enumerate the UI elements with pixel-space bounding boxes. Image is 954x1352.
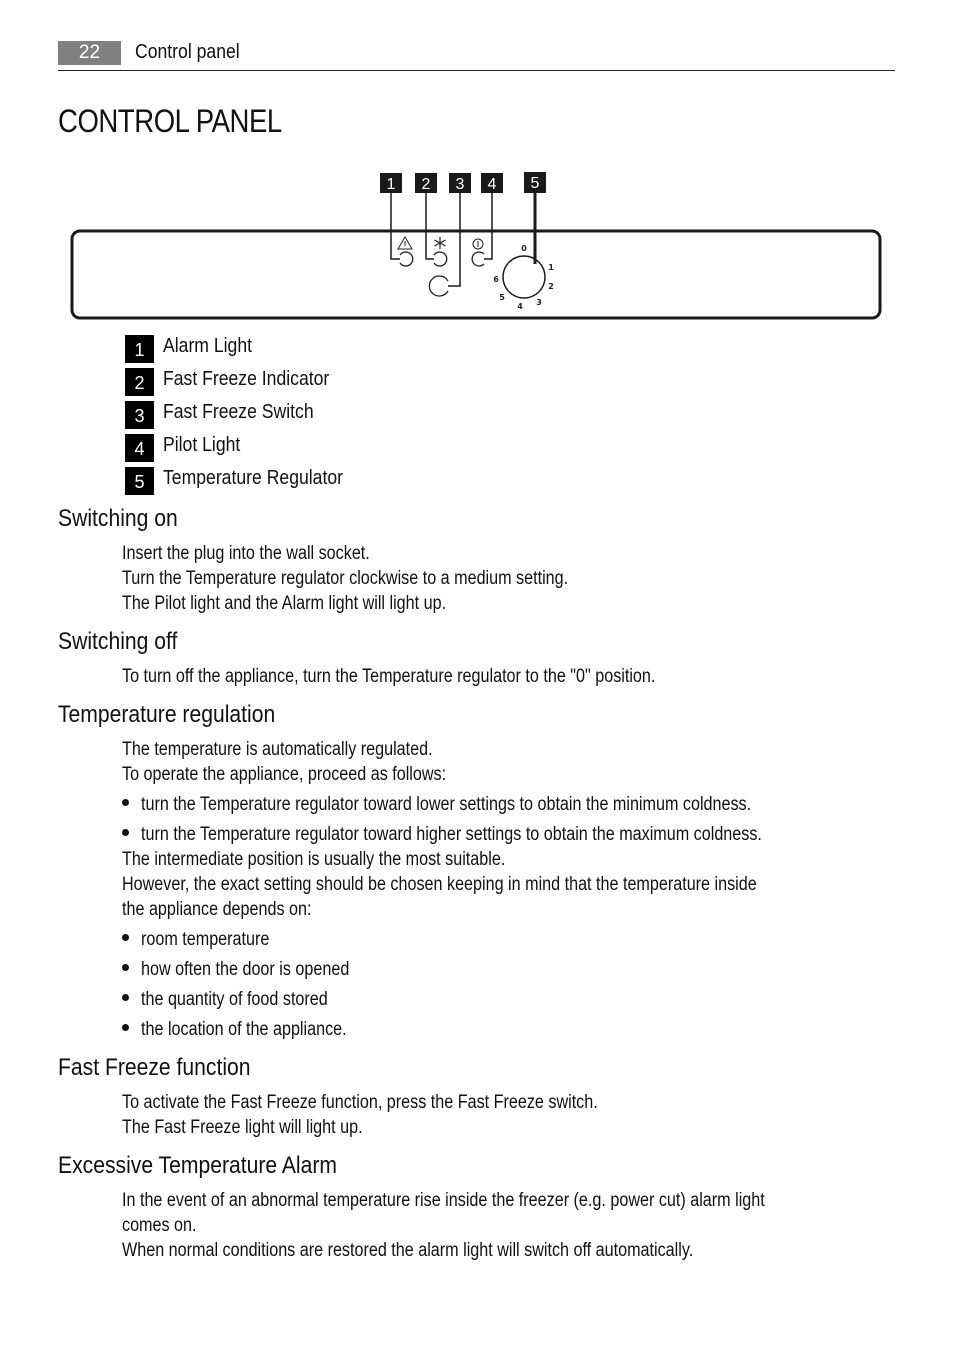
bullet-icon: [122, 829, 129, 837]
legend-number: 2: [125, 368, 154, 396]
control-panel-diagram: 1 2 3 4 5 0 1 2 3 4 5 6: [60, 165, 890, 325]
bullet-icon: [122, 964, 129, 972]
bullet-item: the quantity of food stored: [122, 987, 361, 1012]
pilot-light-lamp: [471, 251, 485, 267]
callout-1: 1: [380, 173, 402, 193]
callout-label-3: 3: [456, 176, 465, 193]
control-panel-svg: 1 2 3 4 5 0 1 2 3 4 5 6: [70, 172, 882, 320]
bullet-item: room temperature: [122, 927, 292, 952]
running-head: Control panel: [135, 39, 254, 65]
bullet-item: the location of the appliance.: [122, 1017, 383, 1042]
page-title: CONTROL PANEL: [58, 101, 318, 141]
paragraph-line: However, the exact setting should be cho…: [122, 874, 757, 895]
bullet-icon: [122, 1024, 129, 1032]
paragraph-line: The intermediate position is usually the…: [122, 849, 506, 870]
callout-label-4: 4: [488, 176, 497, 193]
paragraph-line: The Pilot light and the Alarm light will…: [122, 593, 447, 614]
alarm-light: [397, 236, 414, 267]
dial-mark-4: 4: [517, 302, 523, 311]
legend-number: 4: [125, 434, 154, 462]
alarm-light-lamp: [399, 251, 414, 267]
dial-mark-0: 0: [521, 244, 527, 253]
page-number: 22: [58, 41, 121, 65]
legend-number: 5: [125, 467, 154, 495]
paragraph-line: In the event of an abnormal temperature …: [122, 1190, 765, 1211]
dial-mark-5: 5: [499, 293, 505, 302]
leader-line-2: [425, 193, 434, 260]
bullet-item: turn the Temperature regulator toward lo…: [122, 792, 859, 817]
bullet-icon: [122, 994, 129, 1002]
panel-outline: [70, 229, 882, 320]
callout-label-5: 5: [531, 175, 540, 192]
dial-mark-2: 2: [548, 282, 554, 291]
bullet-item: turn the Temperature regulator toward hi…: [122, 822, 871, 847]
leader-line-4: [484, 193, 493, 260]
callout-label-2: 2: [422, 176, 431, 193]
section-title-fast-freeze: Fast Freeze function: [58, 1054, 251, 1081]
section-title-switching-on: Switching on: [58, 505, 178, 532]
paragraph-line: To operate the appliance, proceed as fol…: [122, 764, 447, 785]
callout-label-1: 1: [387, 176, 396, 193]
legend-label: Alarm Light: [163, 335, 253, 357]
paragraph-line: Insert the plug into the wall socket.: [122, 543, 370, 564]
section-title-switching-off: Switching off: [58, 628, 178, 655]
legend-label: Temperature Regulator: [163, 467, 344, 489]
page-title-text: CONTROL PANEL: [58, 103, 282, 139]
bullet-icon: [122, 934, 129, 942]
leader-line-3: [448, 193, 461, 287]
pilot-light: [471, 238, 485, 267]
paragraph-line: the appliance depends on:: [122, 899, 312, 920]
paragraph-line: Turn the Temperature regulator clockwise…: [122, 568, 569, 589]
callout-5: 5: [524, 172, 546, 193]
paragraph-line: The temperature is automatically regulat…: [122, 739, 433, 760]
paragraph-line: To activate the Fast Freeze function, pr…: [122, 1092, 598, 1113]
temperature-regulator: 0 1 2 3 4 5 6: [493, 244, 554, 311]
dial-mark-6: 6: [493, 275, 499, 284]
bullet-icon: [122, 799, 129, 807]
paragraph-line: The Fast Freeze light will light up.: [122, 1117, 363, 1138]
fast-freeze-switch: [428, 275, 449, 297]
fast-freeze-indicator-lamp: [433, 251, 448, 267]
paragraph-line: When normal conditions are restored the …: [122, 1240, 694, 1261]
section-title-alarm: Excessive Temperature Alarm: [58, 1152, 337, 1179]
running-head-text: Control panel: [135, 41, 240, 63]
legend-number: 1: [125, 335, 154, 363]
section-title-temperature-regulation: Temperature regulation: [58, 701, 276, 728]
legend-number: 3: [125, 401, 154, 429]
callout-2: 2: [415, 173, 437, 193]
callout-4: 4: [481, 173, 503, 193]
snowflake-icon: [434, 237, 446, 249]
legend-label: Pilot Light: [163, 434, 241, 456]
fast-freeze-indicator: [433, 237, 448, 267]
callout-3: 3: [449, 173, 471, 193]
legend-label: Fast Freeze Switch: [163, 401, 314, 423]
bullet-item: how often the door is opened: [122, 957, 386, 982]
dial-mark-1: 1: [548, 263, 554, 272]
dial-mark-3: 3: [536, 298, 542, 307]
legend-label: Fast Freeze Indicator: [163, 368, 330, 390]
paragraph-line: comes on.: [122, 1215, 197, 1236]
header-rule: [58, 70, 895, 71]
temperature-dial: [502, 255, 546, 299]
paragraph-line: To turn off the appliance, turn the Temp…: [122, 666, 656, 687]
